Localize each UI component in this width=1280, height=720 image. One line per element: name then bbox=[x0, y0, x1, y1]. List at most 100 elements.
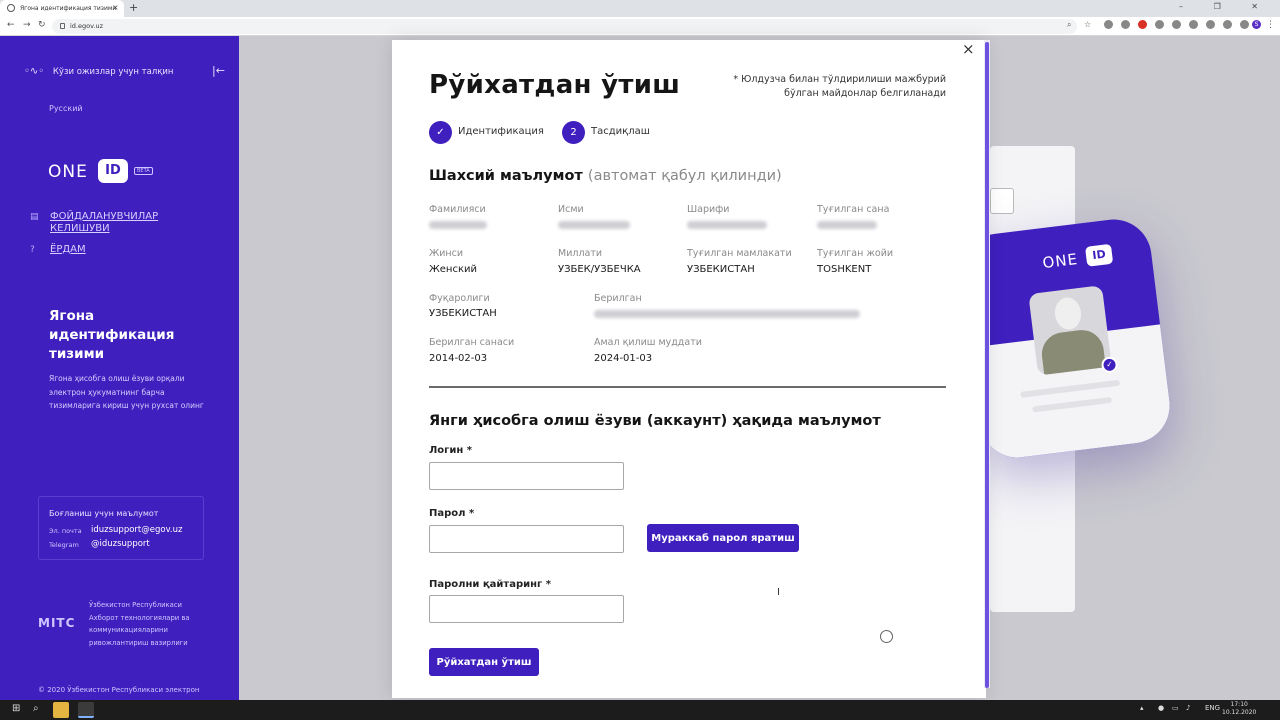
modal-scrollbar-thumb[interactable] bbox=[985, 42, 989, 688]
loading-spinner-icon bbox=[880, 630, 893, 643]
extension-shield-icon[interactable] bbox=[1104, 20, 1113, 29]
required-fields-note: * Юлдузча билан тўлдирилиши мажбурий бўл… bbox=[733, 74, 946, 99]
telegram-label: Telegram bbox=[49, 541, 79, 549]
step-label-identification: Идентификация bbox=[458, 126, 544, 137]
generate-password-button[interactable]: Мураккаб парол яратиш bbox=[647, 524, 799, 552]
repeat-password-label: Паролни қайтаринг * bbox=[429, 579, 551, 590]
ministry-name: Ўзбекистон Республикаси Ахборот технолог… bbox=[89, 601, 190, 647]
issued-by-label: Берилган bbox=[594, 293, 642, 304]
extension-icon[interactable] bbox=[1121, 20, 1130, 29]
extensions-puzzle-icon[interactable] bbox=[1240, 20, 1249, 29]
back-icon[interactable]: ← bbox=[7, 20, 15, 30]
tray-display-icon[interactable]: ▭ bbox=[1172, 704, 1179, 712]
user-agreement-link[interactable]: ФОЙДАЛАНУВЧИЛАР КЕЛИШУВИ bbox=[50, 211, 190, 235]
gender-value: Женский bbox=[429, 264, 477, 275]
logo-id-badge: ID bbox=[98, 159, 128, 183]
birth-country-label: Туғилган мамлакати bbox=[687, 248, 792, 259]
omnibox[interactable]: id.egov.uz ⌕ ☆ bbox=[52, 19, 1091, 34]
url-text[interactable]: id.egov.uz bbox=[70, 22, 103, 30]
extension-icon[interactable] bbox=[1155, 20, 1164, 29]
repeat-password-input[interactable] bbox=[429, 595, 624, 623]
password-input[interactable] bbox=[429, 525, 624, 553]
extension-icon[interactable] bbox=[1189, 20, 1198, 29]
close-icon[interactable]: × bbox=[962, 40, 975, 58]
system-title: Ягона идентификация тизими bbox=[49, 308, 175, 362]
forward-icon[interactable]: → bbox=[23, 20, 31, 30]
patronymic-value-redacted bbox=[687, 221, 767, 229]
nationality-label: Миллати bbox=[558, 248, 603, 259]
sidebar: ◦∿◦ Кўзи ожизлар учун талқин |← Русский … bbox=[0, 36, 239, 700]
browser-tab[interactable]: Ягона идентификация тизими × bbox=[0, 0, 124, 17]
page-title: Рўйхатдан ўтиш bbox=[429, 70, 681, 100]
telegram-link[interactable]: @iduzsupport bbox=[91, 539, 150, 549]
accessibility-link-label: Кўзи ожизлар учун талқин bbox=[52, 67, 174, 77]
tray-network-icon[interactable]: ▴ bbox=[1140, 704, 1144, 712]
birth-date-label: Туғилган сана bbox=[817, 204, 890, 215]
bookmark-star-icon[interactable]: ☆ bbox=[1084, 20, 1091, 29]
registration-modal: × Рўйхатдан ўтиш * Юлдузча билан тўлдири… bbox=[392, 40, 986, 698]
collapse-sidebar-icon[interactable]: |← bbox=[212, 64, 225, 77]
birth-place-label: Туғилган жойи bbox=[817, 248, 894, 259]
logo-one-text: ONE bbox=[48, 162, 88, 182]
profile-avatar-icon[interactable]: S bbox=[1252, 20, 1261, 29]
email-label: Эл. почта bbox=[49, 527, 82, 535]
personal-info-note: (автомат қабул қилинди) bbox=[587, 168, 782, 184]
expiry-date-label: Амал қилиш муддати bbox=[594, 337, 702, 348]
clock-time: 17:10 bbox=[1230, 701, 1248, 708]
support-email-link[interactable]: iduzsupport@egov.uz bbox=[91, 525, 183, 535]
issue-date-label: Берилган санаси bbox=[429, 337, 515, 348]
birth-place-value: TOSHKENT bbox=[817, 264, 872, 275]
help-link[interactable]: ЁРДАМ bbox=[50, 244, 86, 256]
surname-value-redacted bbox=[429, 221, 487, 229]
patronymic-label: Шарифи bbox=[687, 204, 730, 215]
register-submit-button[interactable]: Рўйхатдан ўтиш bbox=[429, 648, 539, 676]
extension-icon[interactable] bbox=[1223, 20, 1232, 29]
citizenship-label: Фуқаролиги bbox=[429, 293, 490, 304]
profile-photo bbox=[1028, 285, 1112, 376]
tab-title: Ягона идентификация тизими bbox=[20, 5, 117, 12]
accessibility-link[interactable]: ◦∿◦ Кўзи ожизлар учун талқин bbox=[24, 66, 174, 77]
extension-icon[interactable] bbox=[1172, 20, 1181, 29]
birth-date-value-redacted bbox=[817, 221, 877, 229]
document-icon: ▤ bbox=[30, 212, 39, 222]
contact-title: Боғланиш учун маълумот bbox=[49, 509, 159, 518]
browser-menu-icon[interactable]: ⋮ bbox=[1266, 20, 1275, 30]
step-done-check-icon: ✓ bbox=[429, 121, 452, 144]
zoom-icon[interactable]: ⌕ bbox=[1067, 20, 1071, 30]
windows-start-icon[interactable]: ⊞ bbox=[12, 703, 20, 714]
os-taskbar: ⊞ ⌕ ▴ ● ▭ ♪ ENG 17:10 10.12.2020 bbox=[0, 700, 1280, 720]
clock-date: 10.12.2020 bbox=[1222, 709, 1257, 716]
login-input[interactable] bbox=[429, 462, 624, 490]
extension-adblock-icon[interactable] bbox=[1138, 20, 1147, 29]
section-divider bbox=[429, 386, 946, 388]
mitc-logo: MITC bbox=[38, 616, 76, 630]
chrome-app-icon[interactable] bbox=[78, 702, 94, 718]
reload-icon[interactable]: ↻ bbox=[38, 20, 46, 30]
search-icon[interactable]: ⌕ bbox=[33, 703, 39, 714]
background-field bbox=[990, 188, 1014, 214]
tray-language[interactable]: ENG bbox=[1205, 704, 1220, 712]
password-label: Парол * bbox=[429, 508, 475, 519]
issued-by-value-redacted bbox=[594, 310, 860, 318]
language-switch[interactable]: Русский bbox=[49, 104, 83, 113]
photo-head bbox=[1053, 296, 1083, 331]
personal-info-title: Шахсий маълумот (автомат қабул қилинди) bbox=[429, 168, 782, 184]
issue-date-value: 2014-02-03 bbox=[429, 353, 488, 364]
birth-country-value: УЗБЕКИСТАН bbox=[687, 264, 755, 275]
accessibility-wave-icon: ◦∿◦ bbox=[24, 66, 45, 77]
address-bar-row: ← → ↻ id.egov.uz ⌕ ☆ S ⋮ bbox=[0, 17, 1280, 36]
window-controls[interactable]: – ❐ ✕ bbox=[1179, 2, 1272, 11]
new-tab-button[interactable]: + bbox=[129, 1, 138, 14]
file-explorer-icon[interactable] bbox=[53, 702, 69, 718]
taskbar-clock[interactable]: 17:10 10.12.2020 bbox=[1222, 701, 1256, 717]
phone-logo-id: ID bbox=[1084, 243, 1114, 267]
name-label: Исми bbox=[558, 204, 584, 215]
tray-volume-icon[interactable]: ♪ bbox=[1186, 704, 1190, 712]
contact-box: Боғланиш учун маълумот Эл. почта iduzsup… bbox=[38, 496, 204, 560]
step-number-2: 2 bbox=[562, 121, 585, 144]
tray-mic-icon[interactable]: ● bbox=[1158, 704, 1164, 712]
tab-close-icon[interactable]: × bbox=[112, 3, 119, 12]
surname-label: Фамилияси bbox=[429, 204, 486, 215]
photo-body bbox=[1039, 327, 1106, 375]
extension-icon[interactable] bbox=[1206, 20, 1215, 29]
